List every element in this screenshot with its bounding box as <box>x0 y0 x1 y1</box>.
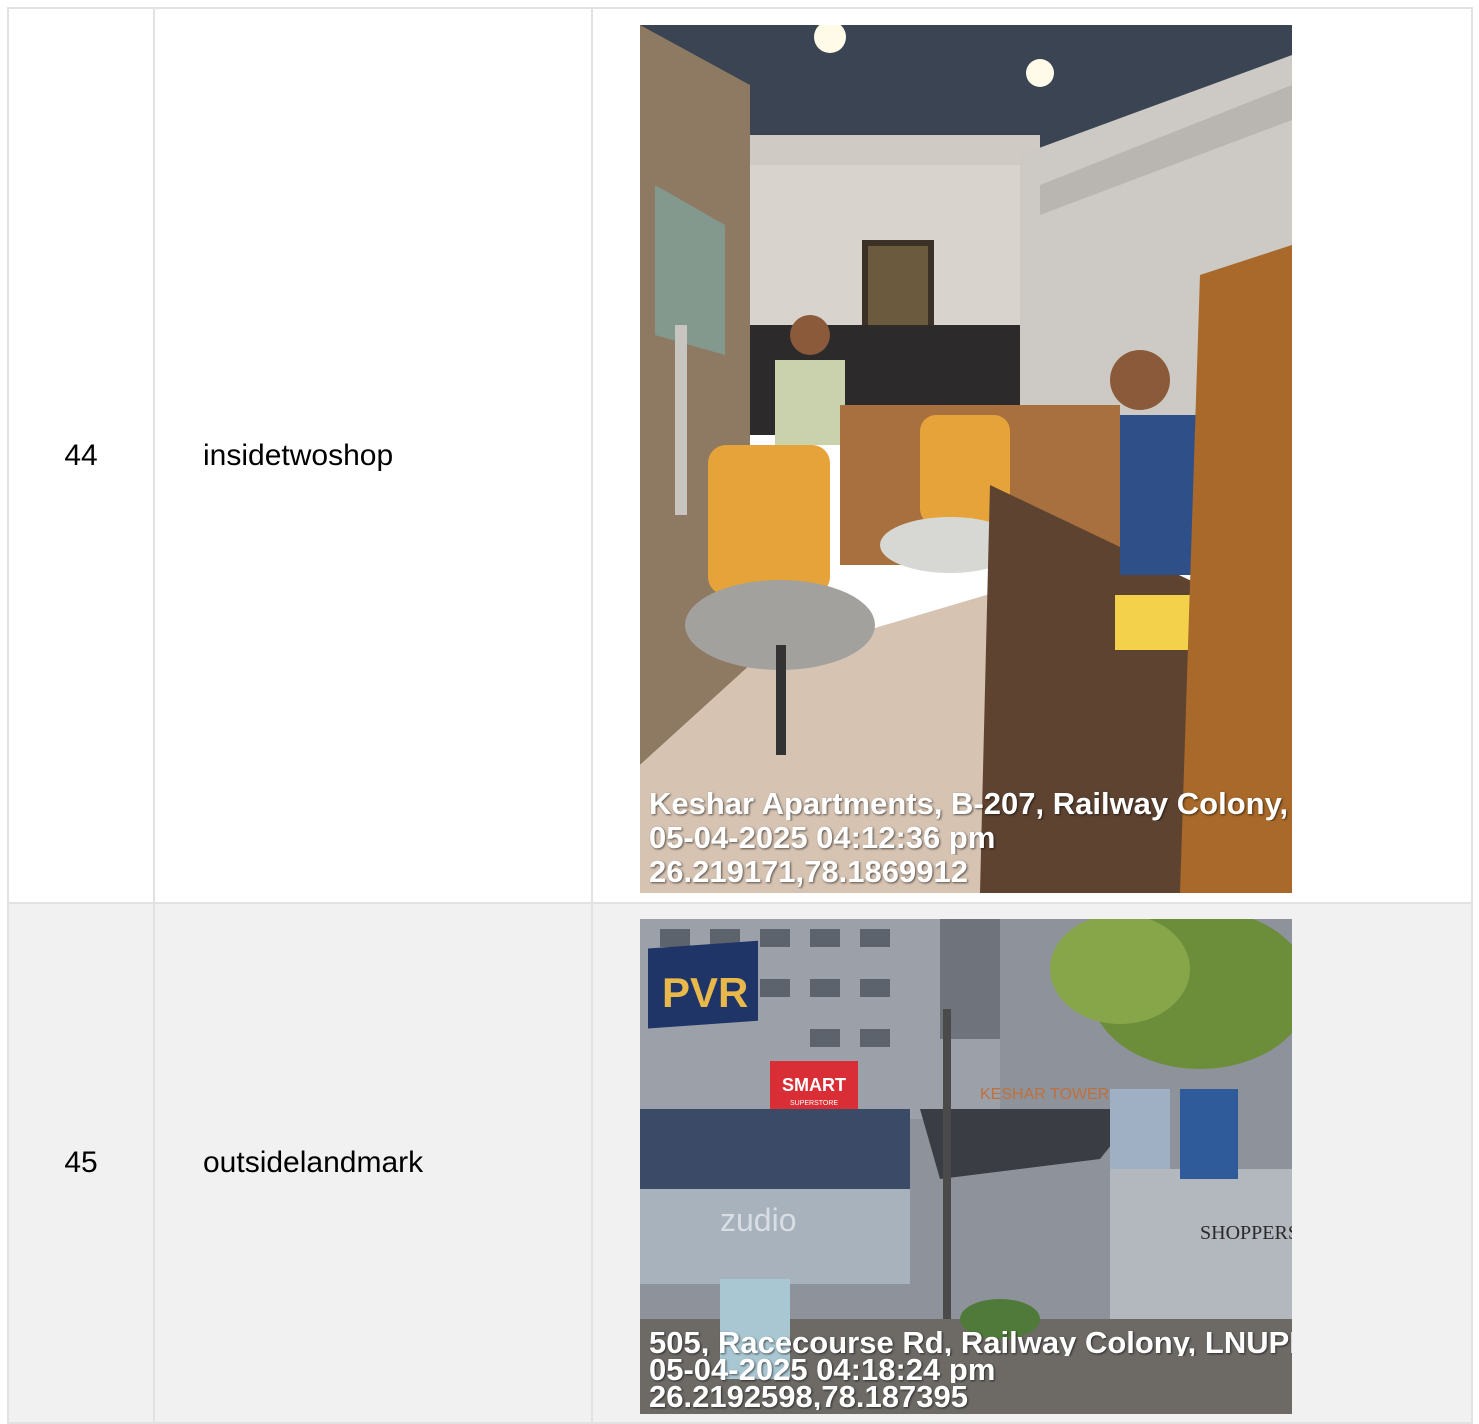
zudio-sign: zudio <box>720 1202 797 1238</box>
mall-exterior-photo[interactable]: PVR SMART SUPERSTORE zudio KESHAR TOWER <box>640 919 1292 1414</box>
table-row: 44 insidetwoshop Keshar Apartments, B-20… <box>7 7 1473 904</box>
superstore-sign: SUPERSTORE <box>790 1100 838 1107</box>
office-interior-photo[interactable]: Keshar Apartments, B-207, Railway Colony… <box>640 25 1292 893</box>
row-number: 45 <box>7 902 155 1424</box>
keshar-tower-sign: KESHAR TOWER <box>980 1086 1109 1103</box>
stamp-coordinates: 26.2192598,78.187395 <box>649 1383 968 1410</box>
photo-cell: Keshar Apartments, B-207, Railway Colony… <box>591 7 1473 904</box>
stamp-datetime: 05-04-2025 04:18:24 pm <box>649 1356 996 1383</box>
stamp-address: 505, Racecourse Rd, Railway Colony, LNUP… <box>649 1329 1292 1356</box>
pvr-sign: PVR <box>662 969 748 1016</box>
shoppers-stop-sign: SHOPPERS STOP <box>1200 1222 1292 1244</box>
smart-sign: SMART <box>782 1075 846 1095</box>
row-label: outsidelandmark <box>153 902 593 1424</box>
photo-geo-stamp: Keshar Apartments, B-207, Railway Colony… <box>649 787 1292 889</box>
photo-evidence-table: 44 insidetwoshop Keshar Apartments, B-20… <box>7 7 1473 1424</box>
row-label: insidetwoshop <box>153 7 593 904</box>
stamp-address: Keshar Apartments, B-207, Railway Colony… <box>649 787 1292 821</box>
table-row: 45 outsidelandmark PVR SMART SUPERSTORE … <box>7 902 1473 1424</box>
office-interior-photo-icon <box>640 25 1292 893</box>
stamp-coordinates: 26.219171,78.1869912 <box>649 855 968 889</box>
stamp-datetime: 05-04-2025 04:12:36 pm <box>649 821 996 855</box>
row-number: 44 <box>7 7 155 904</box>
photo-cell: PVR SMART SUPERSTORE zudio KESHAR TOWER <box>591 902 1473 1424</box>
photo-geo-stamp: 505, Racecourse Rd, Railway Colony, LNUP… <box>649 1329 1292 1410</box>
